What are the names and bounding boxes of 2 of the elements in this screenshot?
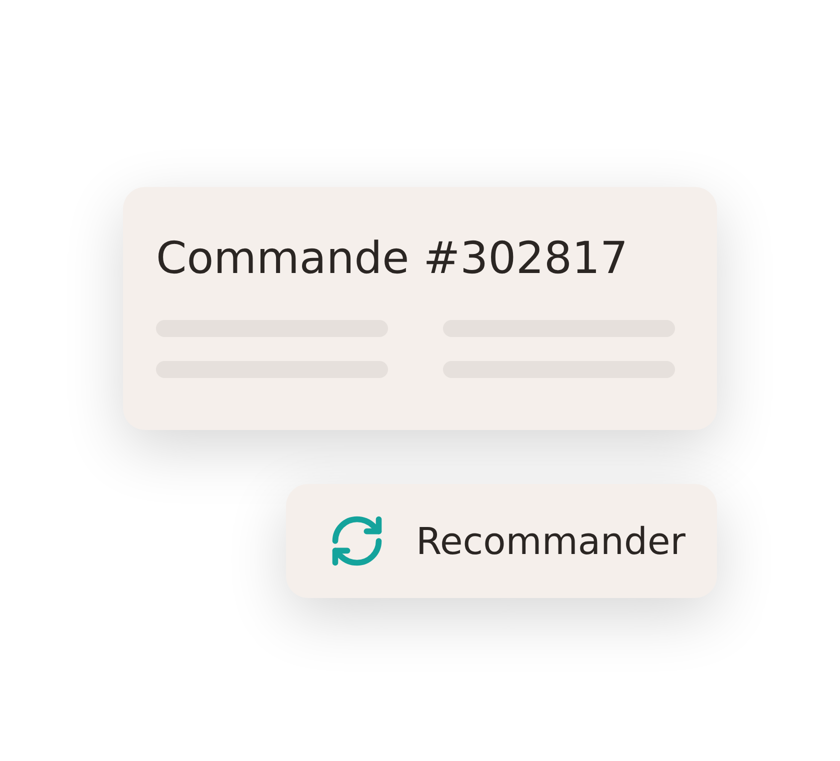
reorder-button[interactable]: Recommander	[286, 484, 717, 598]
order-title: Commande #302817	[156, 232, 630, 286]
